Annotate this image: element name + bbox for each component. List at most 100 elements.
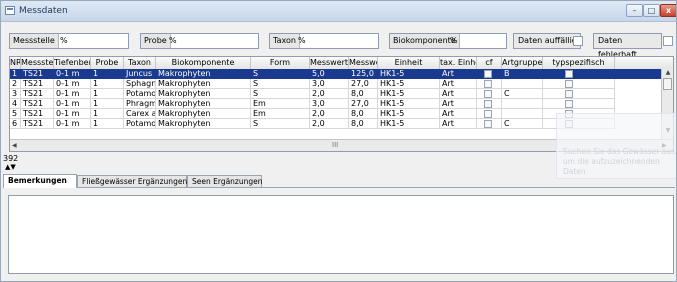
cell-einheit[interactable]: HK1-5 xyxy=(378,109,440,119)
scroll-thumb[interactable] xyxy=(663,78,672,90)
cell-artgruppe[interactable] xyxy=(502,109,543,119)
daten-fehlerhaft-toggle[interactable]: Daten fehlerhaft xyxy=(593,33,662,59)
cell-cf[interactable] xyxy=(477,119,502,129)
cell-taxon[interactable]: Sphagnum obtusum xyxy=(124,79,156,89)
cell-artgruppe[interactable] xyxy=(502,79,543,89)
typspezifisch-checkbox[interactable] xyxy=(565,100,573,108)
cell-artgruppe[interactable]: B xyxy=(502,69,543,79)
cell-taxon[interactable]: Juncus bulbosus xyxy=(124,69,156,79)
cell-messstelle[interactable]: TS21 xyxy=(21,69,54,79)
filter-probe[interactable]: Probe % xyxy=(140,33,259,49)
maximize-button[interactable]: □ xyxy=(643,4,660,17)
cell-tiefe[interactable]: 0-1 m xyxy=(54,79,91,89)
column-header[interactable]: Artgruppe xyxy=(502,57,543,69)
column-header[interactable]: Messwert berechnet xyxy=(349,57,378,69)
column-header[interactable]: tax. Einheit xyxy=(440,57,477,69)
cell-cf[interactable] xyxy=(477,69,502,79)
tab-seen-ergaenzungen[interactable]: Seen Ergänzungen xyxy=(187,175,263,187)
cell-messstelle[interactable]: TS21 xyxy=(21,79,54,89)
cell-typspezifisch[interactable] xyxy=(543,69,615,79)
filter-biokomponente[interactable]: Biokomponente % xyxy=(389,33,507,49)
cell-biokomp[interactable]: Makrophyten xyxy=(156,89,251,99)
minimize-button[interactable]: – xyxy=(626,4,643,17)
cell-typspezifisch[interactable] xyxy=(543,99,615,109)
typspezifisch-checkbox[interactable] xyxy=(565,70,573,78)
cell-messwert[interactable]: 5,0 xyxy=(310,69,349,79)
cell-probe[interactable]: 1 xyxy=(91,89,124,99)
cell-biokomp[interactable]: Makrophyten xyxy=(156,79,251,89)
splitter-arrows-icon[interactable]: ▲▼ xyxy=(5,163,16,171)
column-header[interactable]: Einheit xyxy=(378,57,440,69)
cell-berechnet[interactable]: 8,0 xyxy=(349,119,378,129)
table-row[interactable]: 2TS210-1 m1Sphagnum obtusumMakrophytenS3… xyxy=(10,79,661,89)
cell-biokomp[interactable]: Makrophyten xyxy=(156,119,251,129)
cell-probe[interactable]: 1 xyxy=(91,119,124,129)
cell-biokomp[interactable]: Makrophyten xyxy=(156,109,251,119)
cf-checkbox[interactable] xyxy=(484,70,492,78)
cell-einheit[interactable]: HK1-5 xyxy=(378,99,440,109)
filter-messstelle[interactable]: Messstelle % xyxy=(9,33,129,49)
cell-biokomp[interactable]: Makrophyten xyxy=(156,99,251,109)
cell-messwert[interactable]: 2,0 xyxy=(310,89,349,99)
tab-fliessgewaesser-ergaenzungen[interactable]: Fließgewässer Ergänzungen xyxy=(77,175,187,187)
cell-nr[interactable]: 2 xyxy=(10,79,21,89)
daten-auffaellig-toggle[interactable]: Daten auffällig xyxy=(513,33,581,49)
table-row[interactable]: 3TS210-1 m1Potamogeton pectinatusMakroph… xyxy=(10,89,661,99)
cf-checkbox[interactable] xyxy=(484,110,492,118)
cell-form[interactable]: S xyxy=(251,89,310,99)
cell-berechnet[interactable]: 27,0 xyxy=(349,79,378,89)
cell-nr[interactable]: 1 xyxy=(10,69,21,79)
cell-berechnet[interactable]: 125,0 xyxy=(349,69,378,79)
column-header[interactable]: Messstelle xyxy=(21,57,54,69)
cf-checkbox[interactable] xyxy=(484,120,492,128)
typspezifisch-checkbox[interactable] xyxy=(565,90,573,98)
cf-checkbox[interactable] xyxy=(484,80,492,88)
typspezifisch-checkbox[interactable] xyxy=(565,80,573,88)
cell-messstelle[interactable]: TS21 xyxy=(21,109,54,119)
cell-berechnet[interactable]: 27,0 xyxy=(349,99,378,109)
cell-tiefe[interactable]: 0-1 m xyxy=(54,109,91,119)
cell-taxeinheit[interactable]: Art xyxy=(440,79,477,89)
cell-cf[interactable] xyxy=(477,79,502,89)
cell-taxon[interactable]: Phragmites australis xyxy=(124,99,156,109)
bemerkungen-textarea[interactable] xyxy=(8,195,674,274)
cell-taxon[interactable]: Potamogeton pectinatus xyxy=(124,89,156,99)
filter-value[interactable]: % xyxy=(169,34,177,48)
cell-einheit[interactable]: HK1-5 xyxy=(378,89,440,99)
column-header[interactable]: Form xyxy=(251,57,310,69)
cell-taxeinheit[interactable]: Art xyxy=(440,89,477,99)
cell-artgruppe[interactable]: C xyxy=(502,89,543,99)
cell-typspezifisch[interactable] xyxy=(543,89,615,99)
column-header[interactable]: cf xyxy=(477,57,502,69)
cell-cf[interactable] xyxy=(477,109,502,119)
cell-messstelle[interactable]: TS21 xyxy=(21,119,54,129)
cell-berechnet[interactable]: 8,0 xyxy=(349,89,378,99)
cell-nr[interactable]: 6 xyxy=(10,119,21,129)
cell-messstelle[interactable]: TS21 xyxy=(21,99,54,109)
cell-form[interactable]: Em xyxy=(251,109,310,119)
cell-tiefe[interactable]: 0-1 m xyxy=(54,89,91,99)
cell-form[interactable]: S xyxy=(251,119,310,129)
tab-bemerkungen[interactable]: Bemerkungen xyxy=(3,174,77,188)
cell-taxeinheit[interactable]: Art xyxy=(440,69,477,79)
cell-probe[interactable]: 1 xyxy=(91,99,124,109)
cf-checkbox[interactable] xyxy=(484,90,492,98)
cell-probe[interactable]: 1 xyxy=(91,79,124,89)
scroll-left-icon[interactable]: ◀ xyxy=(12,140,17,151)
filter-taxon[interactable]: Taxon % xyxy=(269,33,379,49)
cell-taxeinheit[interactable]: Art xyxy=(440,109,477,119)
cell-artgruppe[interactable] xyxy=(502,99,543,109)
filter-value[interactable]: % xyxy=(60,34,68,48)
table-row[interactable]: 4TS210-1 m1Phragmites australisMakrophyt… xyxy=(10,99,661,109)
column-header[interactable]: Messwert xyxy=(310,57,349,69)
cell-form[interactable]: S xyxy=(251,79,310,89)
cell-messwert[interactable]: 2,0 xyxy=(310,119,349,129)
scroll-up-icon[interactable]: ▲ xyxy=(662,69,673,76)
cell-nr[interactable]: 5 xyxy=(10,109,21,119)
cell-nr[interactable]: 4 xyxy=(10,99,21,109)
cell-einheit[interactable]: HK1-5 xyxy=(378,79,440,89)
cell-einheit[interactable]: HK1-5 xyxy=(378,69,440,79)
cell-einheit[interactable]: HK1-5 xyxy=(378,119,440,129)
table-row[interactable]: 1TS210-1 m1Juncus bulbosusMakrophytenS5,… xyxy=(10,69,661,79)
column-header[interactable]: Biokomponente xyxy=(156,57,251,69)
